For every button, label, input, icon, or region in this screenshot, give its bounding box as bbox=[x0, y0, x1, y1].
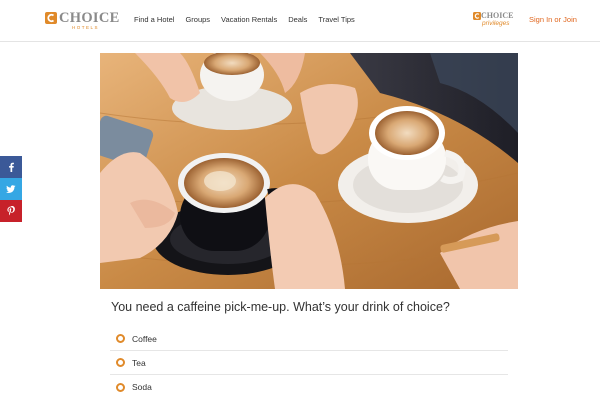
choice-hotels-logo[interactable]: CHOICE HOTELS bbox=[45, 10, 119, 32]
social-share-rail bbox=[0, 156, 22, 222]
radio-icon[interactable] bbox=[116, 358, 125, 367]
privileges-logo-text: CHOICE bbox=[481, 11, 514, 20]
facebook-share-button[interactable] bbox=[0, 156, 22, 178]
nav-deals[interactable]: Deals bbox=[288, 15, 307, 24]
choice-privileges-icon bbox=[473, 12, 481, 20]
facebook-icon bbox=[9, 162, 14, 172]
choice-privileges-logo[interactable]: CHOICE privileges bbox=[473, 11, 519, 33]
sign-in-link[interactable]: Sign In or Join bbox=[529, 15, 577, 24]
coffee-cups-illustration bbox=[100, 53, 518, 289]
nav-travel-tips[interactable]: Travel Tips bbox=[318, 15, 354, 24]
option-tea[interactable]: Tea bbox=[110, 351, 508, 375]
radio-icon[interactable] bbox=[116, 334, 125, 343]
site-header: CHOICE HOTELS Find a Hotel Groups Vacati… bbox=[0, 0, 600, 42]
option-coffee[interactable]: Coffee bbox=[110, 327, 508, 351]
radio-icon[interactable] bbox=[116, 382, 125, 392]
nav-groups[interactable]: Groups bbox=[185, 15, 210, 24]
twitter-icon bbox=[6, 185, 16, 193]
logo-subtext: HOTELS bbox=[72, 25, 100, 30]
twitter-share-button[interactable] bbox=[0, 178, 22, 200]
pinterest-share-button[interactable] bbox=[0, 200, 22, 222]
nav-vacation-rentals[interactable]: Vacation Rentals bbox=[221, 15, 277, 24]
privileges-logo-subtext: privileges bbox=[482, 20, 510, 27]
option-label: Coffee bbox=[132, 333, 157, 344]
hero-coffee-photo bbox=[100, 53, 518, 289]
nav-find-a-hotel[interactable]: Find a Hotel bbox=[134, 15, 174, 24]
option-soda[interactable]: Soda bbox=[110, 375, 508, 399]
option-label: Tea bbox=[132, 357, 146, 368]
quiz-options: Coffee Tea Soda bbox=[110, 327, 508, 399]
option-label: Soda bbox=[132, 382, 152, 392]
quiz-question: You need a caffeine pick-me-up. What’s y… bbox=[111, 300, 450, 314]
choice-logo-icon bbox=[45, 12, 57, 24]
pinterest-icon bbox=[7, 206, 15, 216]
main-nav: Find a Hotel Groups Vacation Rentals Dea… bbox=[134, 15, 366, 24]
